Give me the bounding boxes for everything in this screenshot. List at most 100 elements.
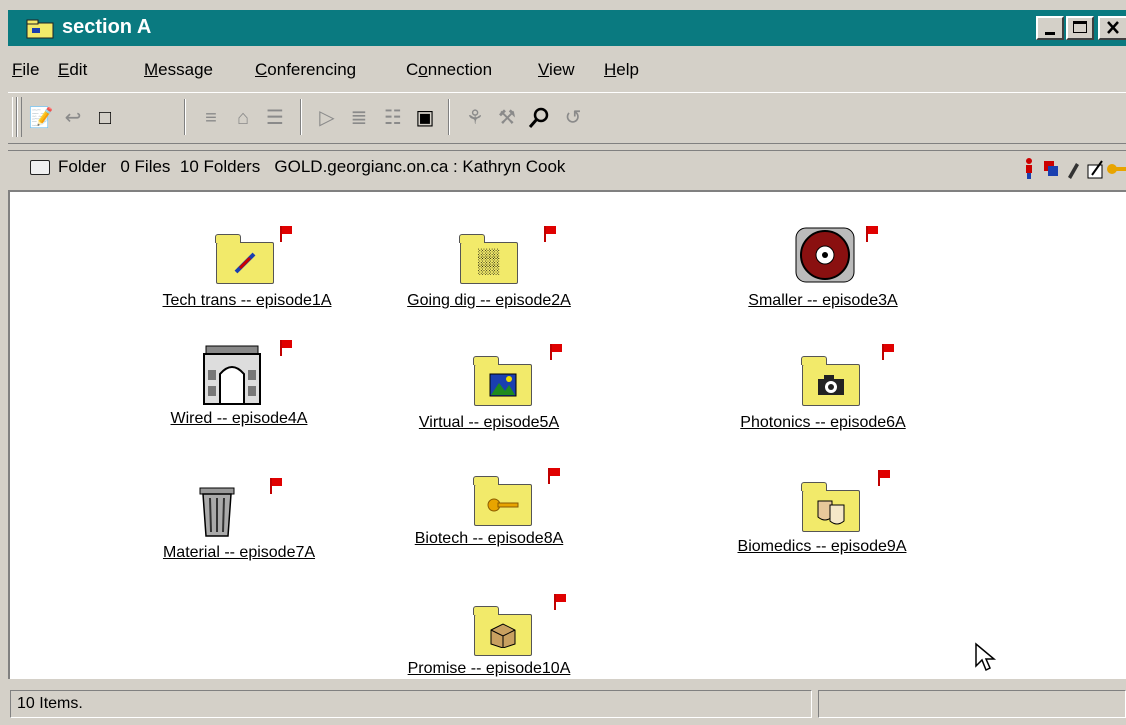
minimize-button[interactable] [1036, 16, 1064, 40]
menu-file[interactable]: File [12, 60, 39, 80]
new-page-icon[interactable]: □ [92, 105, 118, 131]
flag-icon [882, 344, 894, 360]
previous-icon[interactable]: ▷ [314, 105, 340, 131]
mouse-cursor-icon [975, 642, 997, 672]
find-icon[interactable] [526, 105, 552, 131]
folder-item[interactable]: Smaller -- episode3A [728, 226, 918, 316]
folder-label: Virtual -- episode5A [418, 414, 560, 431]
status-bar: 10 Items. [8, 684, 1126, 725]
toolbar-separator [300, 99, 302, 135]
status-icons [1022, 157, 1126, 186]
folder-key-icon [473, 476, 532, 526]
properties-icon[interactable]: ☰ [262, 105, 288, 131]
flag-icon [544, 226, 556, 242]
folder-screen-icon [473, 356, 532, 406]
next-icon[interactable]: ≣ [346, 105, 372, 131]
folder-icon [26, 19, 54, 39]
menu-edit-label: Edit [58, 60, 88, 79]
flag-icon [554, 594, 566, 610]
menu-help[interactable]: Help [604, 60, 639, 80]
toolbar: 📝 ↩ □ ≡ ⌂ ☰ ▷ ≣ ☷ ▣ ⚘ ⚒ ↺ [8, 92, 1126, 144]
flag-icon [280, 226, 292, 242]
toolbar-grip-2[interactable] [17, 97, 22, 137]
menu-view-label: View [538, 60, 575, 79]
status-pane-right [818, 690, 1126, 718]
document-icon[interactable]: ≡ [198, 105, 224, 131]
folder-item[interactable]: Biotech -- episode8A [394, 464, 584, 554]
menu-conferencing-label: Conferencing [255, 60, 357, 79]
folder-item[interactable]: Biomedics -- episode9A [712, 470, 932, 562]
menu-bar: File Edit Message Conferencing Connectio… [8, 56, 1126, 86]
refresh-icon[interactable]: ↺ [560, 105, 586, 131]
folder-label: Tech trans -- episode1A [162, 292, 332, 309]
menu-view[interactable]: View [538, 60, 575, 80]
person-icon[interactable] [1026, 158, 1032, 179]
windows-icon[interactable] [1044, 161, 1058, 176]
flag-icon [280, 340, 292, 356]
flag-icon [866, 226, 878, 242]
menu-edit[interactable]: Edit [58, 60, 87, 80]
menu-connection[interactable]: Connection [406, 60, 492, 80]
flag-icon [878, 470, 890, 486]
maximize-button[interactable] [1066, 16, 1094, 40]
server-user: GOLD.georgianc.on.ca : Kathryn Cook [274, 157, 566, 176]
folder-label: Biomedics -- episode9A [737, 538, 907, 555]
location-type: Folder [58, 157, 107, 176]
menu-conferencing[interactable]: Conferencing [255, 60, 356, 80]
menu-connection-label: Connection [406, 60, 493, 79]
folder-binary-icon: ░░░░ ░░░░ ░░░░ [459, 234, 518, 284]
file-count: 0 Files [120, 157, 171, 176]
folder-item[interactable]: Virtual -- episode5A [394, 344, 584, 438]
new-message-icon[interactable]: 📝 [28, 105, 54, 131]
toolbar-separator [184, 99, 186, 135]
location-bar: Folder 0 Files 10 Folders GOLD.georgianc… [8, 150, 1126, 185]
folder-count: 10 Folders [179, 157, 261, 176]
title-bar[interactable]: section A [8, 10, 1126, 46]
folder-item[interactable]: Promise -- episode10A [394, 594, 584, 684]
flag-icon [550, 344, 562, 360]
key-icon[interactable] [1107, 164, 1126, 174]
menu-file-label: File [12, 60, 40, 79]
delete-icon[interactable]: ⌂ [230, 105, 256, 131]
cd-icon [795, 227, 855, 283]
status-item-count: 10 Items. [10, 690, 812, 718]
folder-label: Smaller -- episode3A [748, 292, 898, 309]
folder-tech-icon [215, 234, 274, 284]
folder-label: Material -- episode7A [162, 544, 316, 561]
chat-icon[interactable]: ⚘ [462, 105, 488, 131]
open-folder-icon[interactable]: ▣ [412, 105, 438, 131]
reply-icon[interactable]: ↩ [60, 105, 86, 131]
main-window: section A File Edit Message Conferencing… [0, 0, 1126, 725]
menu-help-label: Help [604, 60, 639, 79]
menu-message-label: Message [144, 60, 213, 79]
folder-item[interactable]: Material -- episode7A [144, 478, 334, 568]
attach-icon[interactable]: ☷ [380, 105, 406, 131]
close-button[interactable] [1098, 16, 1126, 40]
folder-item[interactable]: Tech trans -- episode1A [152, 226, 342, 316]
who-icon[interactable]: ⚒ [494, 105, 520, 131]
folder-box-icon [473, 606, 532, 656]
folder-masks-icon [801, 482, 860, 532]
folder-label: Going dig -- episode2A [407, 292, 571, 309]
folder-label: Wired -- episode4A [170, 410, 308, 427]
folder-label: Biotech -- episode8A [414, 530, 564, 547]
edit-document-icon[interactable] [1087, 160, 1103, 179]
folder-label: Promise -- episode10A [407, 660, 571, 677]
folder-item[interactable]: Photonics -- episode6A [728, 344, 918, 438]
pencil-icon[interactable] [1068, 163, 1079, 179]
folder-camera-icon [801, 356, 860, 406]
location-text: Folder 0 Files 10 Folders GOLD.georgianc… [58, 157, 565, 177]
folder-item[interactable]: ░░░░ ░░░░ ░░░░ Going dig -- episode2A [394, 226, 584, 316]
arch-icon [203, 345, 261, 405]
folder-label: Photonics -- episode6A [740, 414, 906, 431]
flag-icon [548, 468, 560, 484]
folder-icon [30, 160, 50, 175]
menu-message[interactable]: Message [144, 60, 213, 80]
window-title: section A [62, 16, 152, 38]
close-icon [1107, 21, 1119, 34]
folder-item[interactable]: Wired -- episode4A [144, 340, 334, 434]
flag-icon [270, 478, 282, 494]
trash-can-icon [199, 487, 235, 537]
folder-list-pane[interactable]: Tech trans -- episode1A ░░░░ ░░░░ ░░░░ Goi… [8, 190, 1126, 679]
toolbar-separator [448, 99, 450, 135]
